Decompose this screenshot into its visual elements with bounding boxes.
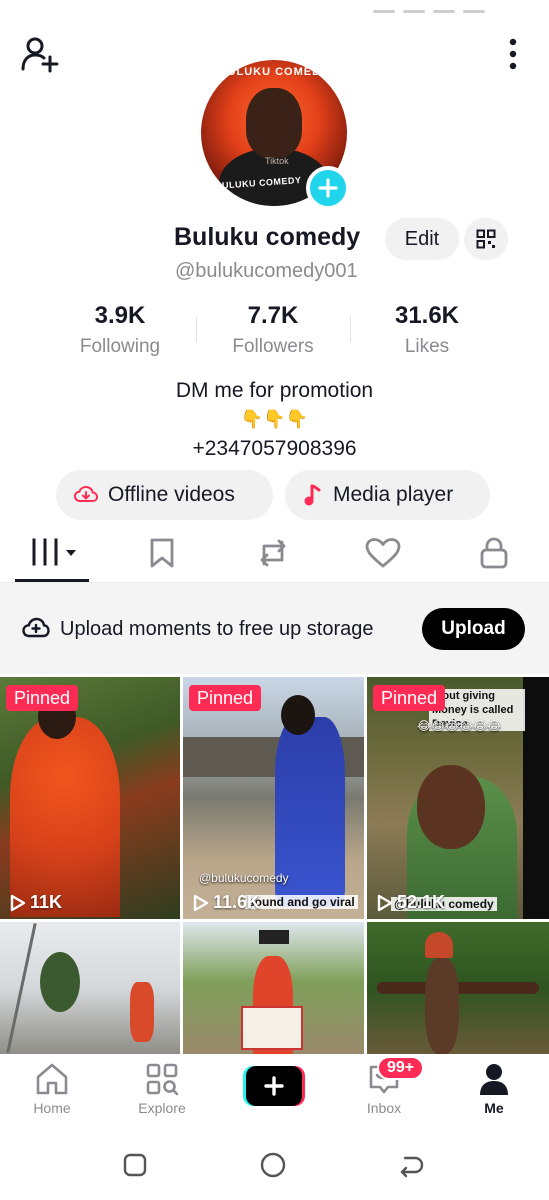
profile-tabs bbox=[0, 528, 549, 582]
more-vertical-icon bbox=[509, 38, 517, 70]
video-thumbnail[interactable] bbox=[183, 922, 364, 1054]
profile-icon bbox=[480, 1064, 508, 1095]
bio-emojis: 👇👇👇 bbox=[240, 409, 309, 429]
back-button[interactable] bbox=[396, 1150, 426, 1180]
tab-liked[interactable] bbox=[353, 528, 413, 578]
offline-videos-label: Offline videos bbox=[108, 483, 235, 506]
offline-videos-button[interactable]: Offline videos bbox=[56, 470, 273, 520]
video-thumbnail[interactable] bbox=[0, 922, 180, 1054]
upload-banner: Upload moments to free up storage Upload bbox=[0, 582, 549, 674]
followers-label: Followers bbox=[232, 336, 314, 357]
bio-phone: +2347057908396 bbox=[192, 437, 357, 460]
recents-icon bbox=[123, 1153, 147, 1177]
stat-following[interactable]: 3.9K Following bbox=[50, 302, 190, 358]
edit-profile-button[interactable]: Edit bbox=[385, 218, 459, 260]
upload-button[interactable]: Upload bbox=[422, 608, 525, 650]
video-thumbnail[interactable] bbox=[367, 922, 549, 1054]
nav-me[interactable]: Me bbox=[454, 1062, 534, 1116]
tab-videos[interactable] bbox=[22, 528, 82, 578]
create-button[interactable] bbox=[243, 1066, 305, 1106]
view-count: 52.1K bbox=[377, 892, 445, 913]
cloud-upload-icon bbox=[22, 617, 50, 638]
video-grid: Pinned 11K @bulukucomedy sound and go vi… bbox=[0, 677, 549, 1054]
video-overlay-handle: @bulukucomedy bbox=[199, 871, 289, 885]
cloud-download-icon bbox=[74, 485, 98, 502]
video-thumbnail[interactable]: thout giving Money is called Device 😂😂😂😂… bbox=[367, 677, 549, 919]
divider bbox=[350, 316, 351, 342]
repost-icon bbox=[260, 539, 286, 567]
tab-saved[interactable] bbox=[132, 528, 192, 578]
nav-explore-label: Explore bbox=[138, 1100, 186, 1116]
video-thumbnail[interactable]: @bulukucomedy sound and go viral Pinned … bbox=[183, 677, 364, 919]
bio-line: DM me for promotion bbox=[175, 379, 374, 402]
media-player-button[interactable]: Media player bbox=[285, 470, 490, 520]
home-circle-icon bbox=[260, 1152, 286, 1178]
display-name: Buluku comedy bbox=[174, 223, 361, 251]
upload-banner-text: Upload moments to free up storage bbox=[60, 618, 374, 640]
following-label: Following bbox=[79, 336, 161, 357]
nav-me-label: Me bbox=[484, 1100, 504, 1116]
following-count: 3.9K bbox=[94, 302, 146, 329]
lock-icon bbox=[480, 537, 508, 569]
nav-home[interactable]: Home bbox=[12, 1062, 92, 1116]
view-count-value: 11.6K bbox=[213, 892, 261, 912]
followers-count: 7.7K bbox=[247, 302, 299, 329]
nav-home-label: Home bbox=[33, 1100, 71, 1116]
back-icon bbox=[400, 1156, 424, 1178]
add-story-button[interactable] bbox=[306, 166, 350, 210]
video-thumbnail[interactable]: Pinned 11K bbox=[0, 677, 180, 919]
music-note-icon bbox=[304, 484, 321, 506]
tab-private[interactable] bbox=[464, 528, 524, 578]
home-system-button[interactable] bbox=[258, 1150, 288, 1180]
nav-inbox-label: Inbox bbox=[366, 1100, 402, 1116]
username: @bulukucomedy001 bbox=[175, 260, 358, 282]
system-nav-bar bbox=[0, 1128, 549, 1200]
view-count: 11.6K bbox=[193, 892, 260, 913]
notification-badge: 99+ bbox=[377, 1056, 425, 1080]
video-overlay-caption: sound and go viral bbox=[245, 895, 358, 909]
pinned-badge: Pinned bbox=[6, 685, 79, 711]
tab-reposts[interactable] bbox=[243, 528, 303, 578]
plus-icon bbox=[318, 178, 338, 198]
status-bar bbox=[0, 0, 549, 13]
bio: DM me for promotion 👇👇👇 +2347057908396 bbox=[0, 376, 549, 463]
profile-stats: 3.9K Following 7.7K Followers 31.6K Like… bbox=[0, 302, 549, 362]
media-player-label: Media player bbox=[333, 483, 454, 506]
play-icon bbox=[10, 894, 26, 911]
likes-label: Likes bbox=[404, 336, 450, 357]
nav-explore[interactable]: Explore bbox=[122, 1062, 202, 1116]
bottom-nav: Home Explore Inbox 99+ Me bbox=[0, 1054, 549, 1128]
bookmark-icon bbox=[150, 538, 174, 568]
view-count: 11K bbox=[10, 892, 62, 913]
video-overlay-emojis: 😂😂😂😂😂😂 bbox=[417, 719, 502, 733]
plus-icon bbox=[264, 1076, 284, 1096]
heart-icon bbox=[365, 538, 401, 568]
play-icon bbox=[193, 894, 209, 911]
play-icon bbox=[377, 894, 393, 911]
stat-likes[interactable]: 31.6K Likes bbox=[357, 302, 497, 358]
add-user-icon bbox=[21, 37, 59, 73]
qr-code-icon bbox=[476, 229, 496, 249]
pinned-badge: Pinned bbox=[189, 685, 262, 711]
more-options-button[interactable] bbox=[505, 36, 521, 72]
explore-icon bbox=[146, 1063, 179, 1096]
pinned-badge: Pinned bbox=[373, 685, 446, 711]
divider bbox=[196, 316, 197, 342]
likes-count: 31.6K bbox=[394, 302, 460, 329]
view-count-value: 52.1K bbox=[397, 892, 446, 912]
qr-code-button[interactable] bbox=[464, 218, 508, 260]
view-count-value: 11K bbox=[30, 892, 63, 912]
videos-grid-icon bbox=[32, 538, 76, 568]
add-friend-button[interactable] bbox=[18, 34, 62, 74]
home-icon bbox=[36, 1063, 68, 1095]
stat-followers[interactable]: 7.7K Followers bbox=[203, 302, 343, 358]
avatar-ring-text: BULUKU COMEDY bbox=[218, 66, 330, 78]
recents-button[interactable] bbox=[120, 1150, 150, 1180]
avatar-watermark: Tiktok bbox=[265, 156, 289, 166]
